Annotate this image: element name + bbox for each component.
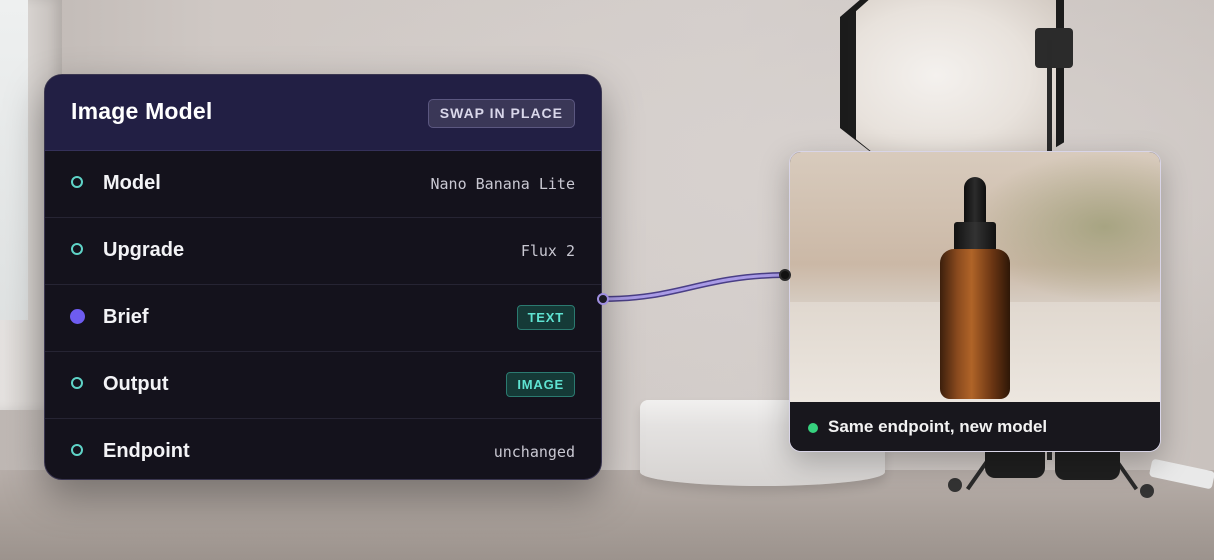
type-badge: TEXT bbox=[516, 305, 575, 330]
output-caption: Same endpoint, new model bbox=[828, 417, 1048, 436]
stand-wheel bbox=[1140, 484, 1154, 498]
light-stand-head bbox=[1035, 28, 1073, 68]
dropper-bulb bbox=[964, 177, 986, 225]
node-title: Image Model bbox=[71, 98, 213, 124]
preview-input-port-icon[interactable] bbox=[779, 269, 791, 281]
swap-in-place-button[interactable]: SWAP IN PLACE bbox=[427, 99, 575, 128]
row-value: Nano Banana Lite bbox=[430, 175, 576, 193]
floor bbox=[0, 470, 1214, 560]
input-port-icon[interactable] bbox=[71, 243, 83, 255]
row-upgrade[interactable]: Upgrade Flux 2 bbox=[45, 218, 601, 285]
output-footer: Same endpoint, new model bbox=[790, 402, 1160, 451]
stand-wheel bbox=[948, 478, 962, 492]
input-port-icon[interactable] bbox=[71, 176, 83, 188]
row-value: unchanged bbox=[493, 443, 575, 461]
type-badge: IMAGE bbox=[506, 372, 575, 397]
row-label: Model bbox=[103, 172, 161, 194]
connected-port-icon[interactable] bbox=[70, 309, 85, 324]
row-label: Upgrade bbox=[103, 239, 185, 261]
node-output-port-icon[interactable] bbox=[597, 293, 609, 305]
row-output[interactable]: Output IMAGE bbox=[45, 352, 601, 419]
row-brief[interactable]: Brief TEXT bbox=[45, 285, 601, 352]
row-model[interactable]: Model Nano Banana Lite bbox=[45, 151, 601, 218]
status-dot-icon bbox=[808, 423, 818, 433]
node-header[interactable]: Image Model SWAP IN PLACE bbox=[45, 75, 601, 151]
amber-bottle bbox=[940, 249, 1010, 399]
input-port-icon[interactable] bbox=[71, 444, 83, 456]
image-model-node[interactable]: Image Model SWAP IN PLACE Model Nano Ban… bbox=[44, 74, 602, 480]
output-port-icon[interactable] bbox=[71, 377, 83, 389]
row-endpoint[interactable]: Endpoint unchanged bbox=[45, 419, 601, 479]
output-image bbox=[790, 152, 1160, 402]
softbox-light bbox=[848, 0, 1064, 171]
row-value: Flux 2 bbox=[520, 242, 575, 260]
row-label: Brief bbox=[103, 306, 149, 328]
row-label: Output bbox=[103, 373, 169, 395]
row-label: Endpoint bbox=[103, 440, 190, 462]
dropper-cap bbox=[954, 222, 996, 252]
output-preview-card[interactable]: Same endpoint, new model bbox=[789, 151, 1161, 452]
window-glass bbox=[0, 0, 28, 320]
